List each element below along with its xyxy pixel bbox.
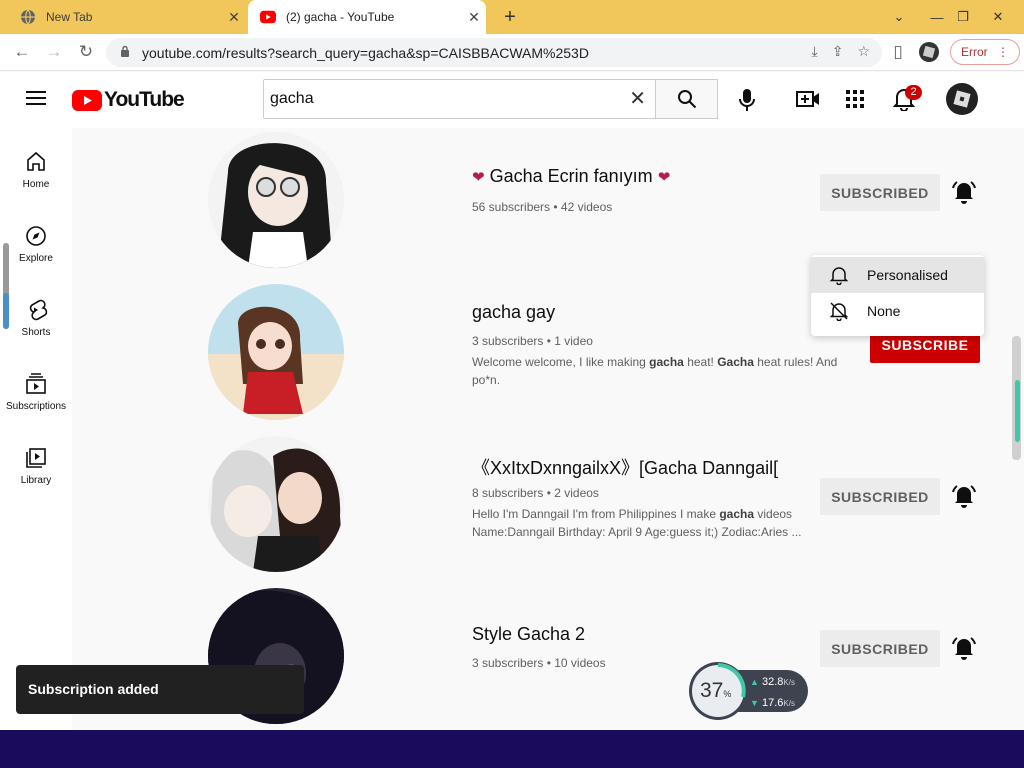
notification-preference-menu: Personalised None bbox=[811, 255, 984, 336]
channel-name[interactable]: gacha gay bbox=[472, 302, 555, 323]
channel-name[interactable]: ❤ Gacha Ecrin fanıyım ❤ bbox=[472, 166, 670, 187]
profile-avatar[interactable] bbox=[917, 41, 941, 63]
search-button[interactable] bbox=[655, 79, 718, 119]
menu-item-none[interactable]: None bbox=[811, 293, 984, 329]
search-icon bbox=[677, 90, 696, 109]
channel-meta: 56 subscribers • 42 videos bbox=[472, 200, 613, 214]
download-speed: ▼ 17.6K/s bbox=[750, 697, 795, 709]
mic-icon[interactable] bbox=[738, 88, 756, 117]
tab-title: New Tab bbox=[46, 10, 93, 24]
youtube-masthead: YouTube gacha ✕ 2 bbox=[0, 72, 1024, 128]
forward-button[interactable]: → bbox=[42, 41, 66, 63]
lock-icon bbox=[120, 45, 132, 60]
close-window-button[interactable]: ✕ bbox=[978, 0, 1018, 34]
notification-bell-icon[interactable] bbox=[950, 482, 978, 510]
channel-description: Welcome welcome, I like making gacha hea… bbox=[472, 355, 838, 387]
channel-avatar[interactable] bbox=[208, 132, 344, 268]
tab-title: (2) gacha - YouTube bbox=[286, 10, 395, 24]
subscription-toast: Subscription added bbox=[16, 665, 304, 714]
new-tab-button[interactable]: + bbox=[498, 5, 522, 29]
reload-button[interactable]: ↻ bbox=[74, 41, 98, 63]
network-speed-widget: 37% ▲ 32.8K/s ▼ 17.6K/s bbox=[688, 661, 808, 721]
notification-bell-icon[interactable] bbox=[950, 178, 978, 206]
globe-icon bbox=[20, 9, 36, 25]
browser-tab-strip: New Tab ✕ (2) gacha - YouTube ✕ + ⌄ — ❐ … bbox=[0, 0, 1024, 34]
close-tab-icon[interactable]: ✕ bbox=[222, 9, 246, 26]
youtube-logo[interactable]: YouTube bbox=[72, 88, 185, 112]
account-avatar[interactable] bbox=[946, 83, 978, 115]
bell-off-icon bbox=[829, 302, 849, 321]
subscribed-button[interactable]: SUBSCRIBED bbox=[820, 174, 940, 211]
menu-icon[interactable] bbox=[26, 90, 46, 111]
tab-search-icon[interactable]: ⌄ bbox=[884, 0, 914, 34]
download-arrow-icon: ▼ bbox=[750, 698, 759, 708]
channel-avatar[interactable] bbox=[208, 436, 344, 572]
clear-search-icon[interactable]: ✕ bbox=[629, 80, 646, 118]
sidebar-item-library[interactable]: Library bbox=[0, 438, 72, 498]
sidebar-item-shorts[interactable]: Shorts bbox=[0, 290, 72, 350]
channel-result[interactable]: 《XxItxDxnngailxX》[Gacha Danngail[ 8 subs… bbox=[72, 432, 1012, 584]
explore-icon bbox=[26, 226, 46, 246]
browser-toolbar: ← → ↻ youtube.com/results?search_query=g… bbox=[0, 34, 1024, 71]
heart-icon: ❤ bbox=[657, 169, 671, 186]
channel-avatar[interactable] bbox=[208, 284, 344, 420]
more-menu-icon: ⋮ bbox=[997, 45, 1009, 59]
taskbar bbox=[0, 730, 1024, 768]
shorts-icon bbox=[29, 299, 48, 321]
restore-button[interactable]: ❐ bbox=[948, 0, 978, 34]
upload-arrow-icon: ▲ bbox=[750, 677, 759, 687]
scrollbar-thumb[interactable] bbox=[1015, 380, 1020, 442]
menu-item-personalised[interactable]: Personalised bbox=[811, 257, 984, 293]
notification-count-badge: 2 bbox=[905, 85, 922, 100]
youtube-logo-icon bbox=[72, 89, 102, 111]
subscribed-button[interactable]: SUBSCRIBED bbox=[820, 630, 940, 667]
youtube-icon bbox=[260, 9, 276, 25]
channel-name[interactable]: Style Gacha 2 bbox=[472, 624, 585, 645]
guide-sidebar: Home Explore Shorts Subscriptions Librar… bbox=[0, 128, 72, 730]
tab-new-tab[interactable]: New Tab ✕ bbox=[8, 0, 246, 34]
share-icon[interactable]: ⇪ bbox=[832, 43, 844, 60]
close-tab-icon[interactable]: ✕ bbox=[462, 9, 486, 26]
home-icon bbox=[27, 151, 45, 171]
sidebar-item-home[interactable]: Home bbox=[0, 142, 72, 202]
side-panel-icon[interactable]: ▯ bbox=[886, 41, 910, 63]
channel-meta: 3 subscribers • 10 videos bbox=[472, 656, 606, 670]
bell-icon bbox=[829, 267, 849, 285]
search-input[interactable]: gacha ✕ bbox=[263, 79, 656, 119]
url-text: youtube.com/results?search_query=gacha&s… bbox=[142, 44, 589, 61]
error-button[interactable]: Error ⋮ bbox=[950, 39, 1020, 65]
channel-meta: 8 subscribers • 2 videos bbox=[472, 486, 599, 500]
channel-name[interactable]: 《XxItxDxnngailxX》[Gacha Danngail[ bbox=[472, 454, 778, 480]
heart-icon: ❤ bbox=[472, 169, 485, 186]
tab-youtube[interactable]: (2) gacha - YouTube ✕ bbox=[248, 0, 486, 34]
upload-speed: ▲ 32.8K/s bbox=[750, 676, 795, 688]
address-bar[interactable]: youtube.com/results?search_query=gacha&s… bbox=[106, 38, 882, 67]
back-button[interactable]: ← bbox=[10, 41, 34, 63]
notification-bell-icon[interactable] bbox=[950, 634, 978, 662]
create-video-icon[interactable] bbox=[796, 90, 820, 113]
sidebar-item-explore[interactable]: Explore bbox=[0, 216, 72, 276]
bookmark-star-icon[interactable]: ☆ bbox=[857, 43, 870, 60]
logo-text: YouTube bbox=[104, 88, 185, 111]
library-icon bbox=[26, 448, 46, 468]
volume-slider-fill bbox=[3, 293, 9, 329]
channel-meta: 3 subscribers • 1 video bbox=[472, 334, 593, 348]
load-percent: 37% bbox=[700, 679, 732, 702]
install-icon[interactable]: ⤓ bbox=[812, 43, 818, 60]
subscribed-button[interactable]: SUBSCRIBED bbox=[820, 478, 940, 515]
channel-description: Hello I'm Danngail I'm from Philippines … bbox=[472, 507, 802, 539]
subscriptions-icon bbox=[26, 373, 46, 394]
apps-grid-icon[interactable] bbox=[846, 90, 864, 113]
sidebar-item-subscriptions[interactable]: Subscriptions bbox=[0, 364, 72, 424]
